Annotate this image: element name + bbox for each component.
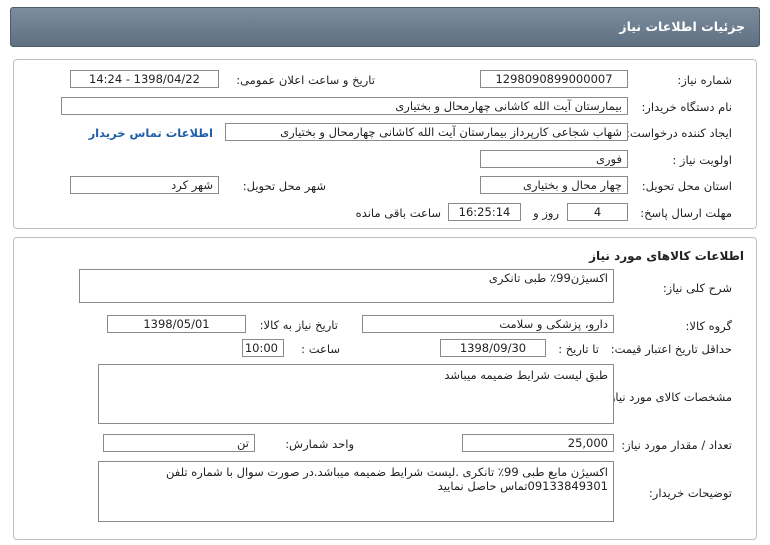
quantity-field[interactable]: 25,000 [462, 434, 614, 452]
province-field[interactable]: چهار محال و بختیاری [480, 176, 628, 194]
buyer-notes-field[interactable]: اکسیژن مایع طبی 99٪ تانکری .لیست شرایط ض… [98, 461, 614, 522]
creator-field[interactable]: شهاب شجاعی کارپرداز بیمارستان آیت الله ک… [225, 123, 628, 141]
buyer-org-field[interactable]: بیمارستان آیت الله کاشانی چهارمحال و بخت… [61, 97, 628, 115]
spec-label: مشخصات کالای مورد نیاز: [605, 390, 732, 404]
province-label: استان محل تحویل: [641, 179, 732, 193]
unit-label: واحد شمارش: [285, 437, 354, 451]
need-number-field[interactable]: 1298090899000007 [480, 70, 628, 88]
page-title: جزئیات اطلاعات نیاز [619, 19, 745, 34]
buyer-contact-link[interactable]: اطلاعات تماس خریدار [89, 126, 213, 140]
remaining-label: ساعت باقی مانده [355, 206, 441, 220]
days-label: روز و [533, 206, 559, 220]
need-date-label: تاریخ نیاز به کالا: [259, 318, 338, 332]
deadline-days-field[interactable]: 4 [567, 203, 628, 221]
quantity-label: تعداد / مقدار مورد نیاز: [621, 438, 732, 452]
goods-info-panel: اطلاعات کالاهای مورد نیاز شرح کلی نیاز: … [13, 237, 757, 540]
request-info-panel: شماره نیاز: 1298090899000007 تاریخ و ساع… [13, 59, 757, 229]
creator-label: ایجاد کننده درخواست: [626, 126, 732, 140]
buyer-org-label: نام دستگاه خریدار: [641, 100, 732, 114]
description-label: شرح کلی نیاز: [662, 281, 732, 295]
announce-datetime-label: تاریخ و ساعت اعلان عمومی: [236, 73, 375, 87]
city-label: شهر محل تحویل: [242, 179, 326, 193]
deadline-time-field[interactable]: 16:25:14 [448, 203, 521, 221]
priority-field[interactable]: فوری [480, 150, 628, 168]
need-number-label: شماره نیاز: [677, 73, 732, 87]
page-header: جزئیات اطلاعات نیاز [10, 7, 760, 47]
price-validity-label: حداقل تاریخ اعتبار قیمت: [610, 342, 732, 356]
priority-label: اولویت نیاز : [672, 153, 732, 167]
need-date-field[interactable]: 1398/05/01 [107, 315, 246, 333]
announce-datetime-field[interactable]: 1398/04/22 - 14:24 [70, 70, 219, 88]
unit-field[interactable]: تن [103, 434, 255, 452]
spec-field[interactable]: طبق لیست شرایط ضمیمه میباشد [98, 364, 614, 424]
deadline-label: مهلت ارسال پاسخ: [640, 206, 732, 220]
buyer-notes-label: توضیحات خریدار: [648, 486, 732, 500]
description-field[interactable]: اکسیژن99٪ طبی تانکری [79, 269, 614, 303]
until-date-field[interactable]: 1398/09/30 [440, 339, 546, 357]
goods-group-field[interactable]: دارو، پزشکی و سلامت [362, 315, 614, 333]
hour-label: ساعت : [301, 342, 340, 356]
goods-section-title: اطلاعات کالاهای مورد نیاز [589, 249, 744, 263]
hour-field[interactable]: 10:00 [242, 339, 284, 357]
city-field[interactable]: شهر کرد [70, 176, 219, 194]
until-date-label: تا تاریخ : [558, 342, 599, 356]
goods-group-label: گروه کالا: [685, 319, 732, 333]
